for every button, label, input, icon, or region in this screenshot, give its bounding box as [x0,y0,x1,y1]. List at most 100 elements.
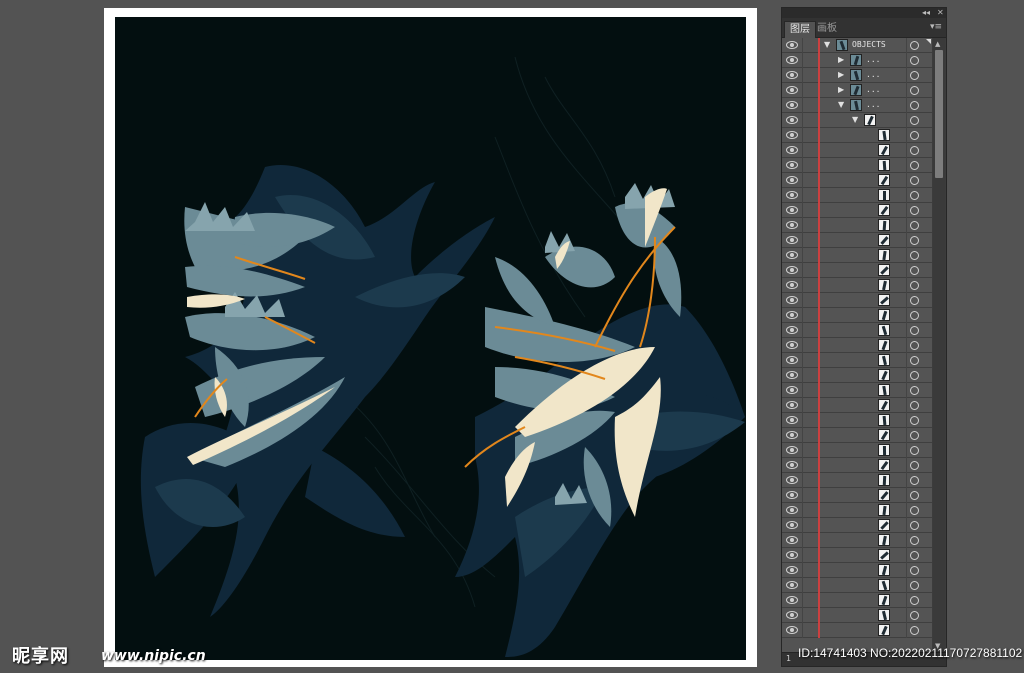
eye-icon[interactable] [786,506,798,514]
lock-column[interactable] [802,548,803,563]
selection-column[interactable] [923,323,932,338]
target-circle-icon[interactable] [910,611,919,620]
lock-column[interactable] [802,473,803,488]
layer-name[interactable]: ... [866,69,880,81]
layer-name[interactable]: ... [866,54,880,66]
lock-column[interactable] [802,173,803,188]
target-circle-icon[interactable] [910,491,919,500]
lock-column[interactable] [802,38,803,53]
eye-icon[interactable] [786,476,798,484]
eye-icon[interactable] [786,236,798,244]
lock-column[interactable] [802,53,803,68]
lock-column[interactable] [802,593,803,608]
lock-column[interactable] [802,308,803,323]
selection-column[interactable] [923,443,932,458]
target-circle-icon[interactable] [910,116,919,125]
selection-column[interactable] [923,173,932,188]
target-circle-icon[interactable] [910,401,919,410]
tab-artboards[interactable]: 画板 [812,21,842,38]
eye-icon[interactable] [786,446,798,454]
layer-row[interactable]: ▶... [782,53,932,68]
target-circle-icon[interactable] [910,446,919,455]
selection-column[interactable] [923,263,932,278]
target-circle-icon[interactable] [910,521,919,530]
lock-column[interactable] [802,293,803,308]
layer-row[interactable] [782,608,932,623]
eye-icon[interactable] [786,356,798,364]
triangle-right-icon[interactable]: ▶ [838,70,844,80]
lock-column[interactable] [802,83,803,98]
eye-icon[interactable] [786,56,798,64]
lock-column[interactable] [802,398,803,413]
lock-column[interactable] [802,248,803,263]
layer-row[interactable]: ▼ OBJECTS [782,38,932,53]
layer-row[interactable] [782,443,932,458]
target-circle-icon[interactable] [910,341,919,350]
eye-icon[interactable] [786,326,798,334]
eye-icon[interactable] [786,401,798,409]
selection-column[interactable] [923,143,932,158]
target-circle-icon[interactable] [910,221,919,230]
target-circle-icon[interactable] [910,596,919,605]
selection-column[interactable] [923,413,932,428]
close-panel-icon[interactable]: ✕ [937,8,944,18]
target-circle-icon[interactable] [910,311,919,320]
layer-row[interactable] [782,473,932,488]
layer-row[interactable] [782,458,932,473]
lock-column[interactable] [802,623,803,638]
layer-row[interactable] [782,563,932,578]
target-circle-icon[interactable] [910,551,919,560]
selection-column[interactable] [923,428,932,443]
target-circle-icon[interactable] [910,536,919,545]
target-circle-icon[interactable] [910,56,919,65]
layer-row[interactable]: ▼... [782,98,932,113]
target-circle-icon[interactable] [910,626,919,635]
selection-column[interactable] [923,53,932,68]
target-circle-icon[interactable] [910,101,919,110]
selection-column[interactable] [923,458,932,473]
eye-icon[interactable] [786,596,798,604]
triangle-right-icon[interactable]: ▶ [838,85,844,95]
eye-icon[interactable] [786,371,798,379]
lock-column[interactable] [802,218,803,233]
layer-row[interactable] [782,383,932,398]
layer-row[interactable] [782,323,932,338]
triangle-right-icon[interactable]: ▶ [838,55,844,65]
selection-column[interactable] [923,308,932,323]
selection-column[interactable] [923,563,932,578]
target-circle-icon[interactable] [910,266,919,275]
selection-column[interactable] [923,113,932,128]
eye-icon[interactable] [786,206,798,214]
triangle-down-icon[interactable]: ▼ [838,100,844,110]
layer-row[interactable]: ▶... [782,68,932,83]
selection-column[interactable] [923,338,932,353]
target-circle-icon[interactable] [910,326,919,335]
layer-row[interactable] [782,518,932,533]
lock-column[interactable] [802,518,803,533]
eye-icon[interactable] [786,191,798,199]
layer-row[interactable] [782,428,932,443]
layer-row[interactable] [782,158,932,173]
eye-icon[interactable] [786,461,798,469]
target-circle-icon[interactable] [910,131,919,140]
selection-column[interactable] [923,203,932,218]
selection-column[interactable] [923,488,932,503]
layer-row[interactable] [782,128,932,143]
selection-column[interactable] [923,368,932,383]
selection-column[interactable] [923,293,932,308]
selection-column[interactable] [923,158,932,173]
eye-icon[interactable] [786,386,798,394]
layer-row[interactable] [782,353,932,368]
layer-row[interactable] [782,338,932,353]
lock-column[interactable] [802,353,803,368]
layer-name[interactable]: OBJECTS [852,39,886,51]
lock-column[interactable] [802,578,803,593]
layer-row[interactable] [782,218,932,233]
selection-column[interactable] [923,98,932,113]
lock-column[interactable] [802,143,803,158]
eye-icon[interactable] [786,281,798,289]
target-circle-icon[interactable] [910,371,919,380]
layer-row[interactable] [782,293,932,308]
selection-column[interactable] [923,68,932,83]
layer-name[interactable]: ... [866,99,880,111]
